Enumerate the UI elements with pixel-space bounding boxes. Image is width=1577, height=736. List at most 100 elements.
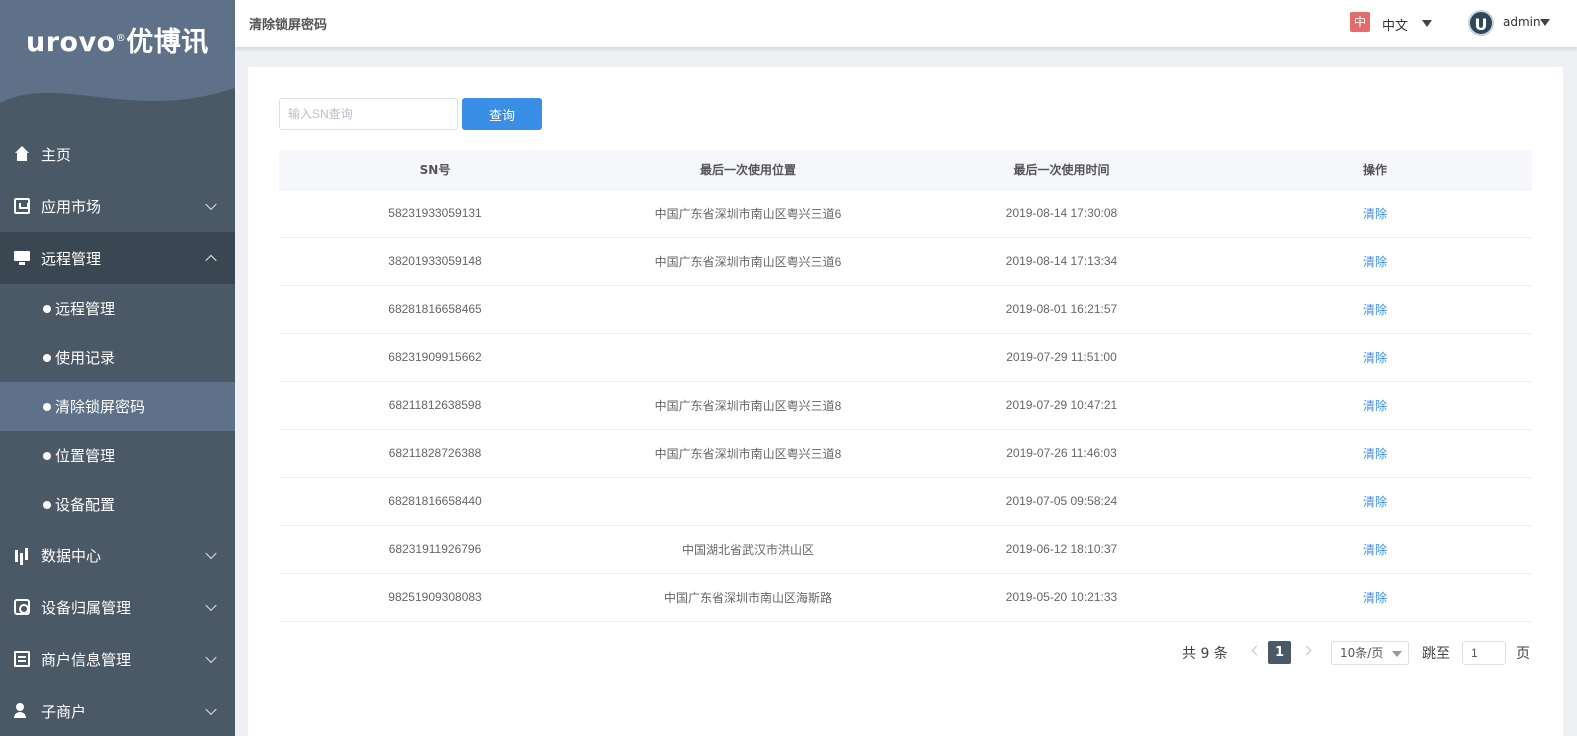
chevron-up-icon (205, 254, 217, 267)
bullet-icon (43, 451, 51, 460)
chevron-down-icon (205, 599, 217, 612)
time-cell: 2019-08-14 17:30:08 (905, 189, 1218, 238)
chevron-down-icon (205, 703, 217, 716)
sn-table: SN号 最后一次使用位置 最后一次使用时间 操作 58231933059131 中… (279, 150, 1532, 622)
location-cell (591, 333, 905, 382)
chevron-right-icon[interactable] (1301, 645, 1312, 656)
table-row: 68281816658465 2019-08-01 16:21:57 清除 (279, 285, 1532, 334)
location-cell: 中国广东省深圳市南山区粤兴三道6 (591, 189, 905, 238)
table-row: 68211828726388 中国广东省深圳市南山区粤兴三道8 2019-07-26… (279, 429, 1532, 478)
sidebar-item-label: 数据中心 (41, 546, 102, 565)
sidebar-item-label: 设备归属管理 (41, 598, 132, 617)
time-cell: 2019-07-26 11:46:03 (905, 429, 1218, 478)
column-header-action: 操作 (1218, 150, 1532, 190)
sn-cell: 68231911926796 (279, 525, 591, 574)
location-cell (591, 477, 905, 526)
location-cell: 中国湖北省武汉市洪山区 (591, 525, 905, 574)
sidebar-item-home[interactable]: 主页 (0, 128, 235, 180)
brand-logo: urovo®优博讯 (26, 27, 209, 58)
pagination: 共 9 条 1 10条/页 跳至 页 (248, 640, 1563, 666)
caret-down-icon[interactable] (1422, 20, 1432, 27)
goto-page-input[interactable] (1462, 641, 1506, 665)
language-badge[interactable]: 中 (1350, 12, 1370, 32)
clear-button[interactable]: 清除 (1218, 189, 1532, 238)
sidebar-subitem-usage-records[interactable]: 使用记录 (0, 333, 235, 382)
time-cell: 2019-07-29 11:51:00 (905, 333, 1218, 382)
sidebar-subitem-location-management[interactable]: 位置管理 (0, 431, 235, 480)
location-cell: 中国广东省深圳市南山区粤兴三道6 (591, 237, 905, 286)
merchant-card-icon (14, 651, 30, 667)
table-row: 68211812638598 中国广东省深圳市南山区粤兴三道8 2019-07-29… (279, 381, 1532, 430)
chevron-left-icon[interactable] (1251, 645, 1262, 656)
device-icon (14, 599, 30, 615)
clear-button[interactable]: 清除 (1218, 429, 1532, 478)
column-header-time: 最后一次使用时间 (905, 150, 1218, 190)
location-cell: 中国广东省深圳市南山区粤兴三道8 (591, 381, 905, 430)
sn-search-input[interactable] (279, 98, 458, 130)
time-cell: 2019-07-05 09:58:24 (905, 477, 1218, 526)
clear-button[interactable]: 清除 (1218, 573, 1532, 622)
sidebar-subitem-label: 远程管理 (55, 300, 116, 318)
avatar[interactable]: U (1468, 10, 1494, 36)
page-size-select[interactable]: 10条/页 (1331, 641, 1409, 665)
chevron-down-icon (205, 198, 217, 211)
column-header-sn: SN号 (279, 150, 591, 190)
goto-label: 跳至 (1422, 646, 1450, 662)
pagination-page-1[interactable]: 1 (1268, 641, 1291, 664)
sn-cell: 58231933059131 (279, 189, 591, 238)
page-unit-label: 页 (1516, 646, 1530, 662)
sn-cell: 38201933059148 (279, 237, 591, 286)
sidebar-subitem-label: 位置管理 (55, 447, 116, 465)
caret-down-icon[interactable] (1540, 19, 1550, 26)
location-cell: 中国广东省深圳市南山区粤兴三道8 (591, 429, 905, 478)
sidebar-subitem-clear-lock-password[interactable]: 清除锁屏密码 (0, 382, 235, 431)
sidebar-item-sub-merchant[interactable]: 子商户 (0, 685, 235, 736)
page-size-value: 10条/页 (1340, 646, 1384, 660)
chevron-down-icon (205, 651, 217, 664)
time-cell: 2019-05-20 10:21:33 (905, 573, 1218, 622)
sidebar-subitem-device-config[interactable]: 设备配置 (0, 480, 235, 529)
bullet-icon (43, 304, 51, 313)
clear-button[interactable]: 清除 (1218, 333, 1532, 382)
sidebar-subitem-label: 清除锁屏密码 (55, 398, 146, 416)
sn-cell: 68281816658465 (279, 285, 591, 334)
sidebar-item-label: 远程管理 (41, 249, 102, 268)
top-header: 清除锁屏密码 中 中文 U admin (235, 0, 1577, 47)
sidebar-item-data-center[interactable]: 数据中心 (0, 529, 235, 581)
clear-button[interactable]: 清除 (1218, 381, 1532, 430)
sn-cell: 68211812638598 (279, 381, 591, 430)
time-cell: 2019-08-14 17:13:34 (905, 237, 1218, 286)
sidebar-item-device-ownership[interactable]: 设备归属管理 (0, 581, 235, 633)
time-cell: 2019-06-12 18:10:37 (905, 525, 1218, 574)
sn-cell: 68211828726388 (279, 429, 591, 478)
language-selector[interactable]: 中文 (1382, 15, 1408, 34)
search-button[interactable]: 查询 (462, 98, 542, 130)
table-row: 38201933059148 中国广东省深圳市南山区粤兴三道6 2019-08-14… (279, 237, 1532, 286)
clear-button[interactable]: 清除 (1218, 237, 1532, 286)
bullet-icon (43, 500, 51, 509)
sidebar-item-label: 子商户 (41, 702, 87, 721)
table-header-row: SN号 最后一次使用位置 最后一次使用时间 操作 (279, 150, 1532, 190)
clear-button[interactable]: 清除 (1218, 285, 1532, 334)
table-row: 68231911926796 中国湖北省武汉市洪山区 2019-06-12 18:1… (279, 525, 1532, 574)
store-icon (14, 198, 30, 214)
bullet-icon (43, 402, 51, 411)
clear-button[interactable]: 清除 (1218, 477, 1532, 526)
sn-cell: 68281816658440 (279, 477, 591, 526)
table-row: 68281816658440 2019-07-05 09:58:24 清除 (279, 477, 1532, 526)
sidebar: urovo®优博讯 主页 应用市场 远程管理 远程管理 使用记录 清除锁屏密码 (0, 0, 235, 736)
clear-button[interactable]: 清除 (1218, 525, 1532, 574)
sidebar-item-app-market[interactable]: 应用市场 (0, 180, 235, 232)
caret-down-icon (1392, 651, 1402, 657)
sidebar-subitem-remote-management[interactable]: 远程管理 (0, 284, 235, 333)
user-menu[interactable]: admin (1503, 15, 1541, 29)
sidebar-menu: 主页 应用市场 远程管理 远程管理 使用记录 清除锁屏密码 位置管理 设备配置 … (0, 128, 235, 736)
sidebar-item-remote-management[interactable]: 远程管理 (0, 232, 235, 284)
column-header-location: 最后一次使用位置 (591, 150, 905, 190)
sub-merchant-icon (14, 703, 30, 719)
sidebar-item-merchant-info[interactable]: 商户信息管理 (0, 633, 235, 685)
location-cell: 中国广东省深圳市南山区海斯路 (591, 573, 905, 622)
table-row: 98251909308083 中国广东省深圳市南山区海斯路 2019-05-20 1… (279, 573, 1532, 622)
main-card: 查询 SN号 最后一次使用位置 最后一次使用时间 操作 582319330591… (248, 67, 1563, 736)
remote-icon (14, 250, 30, 266)
